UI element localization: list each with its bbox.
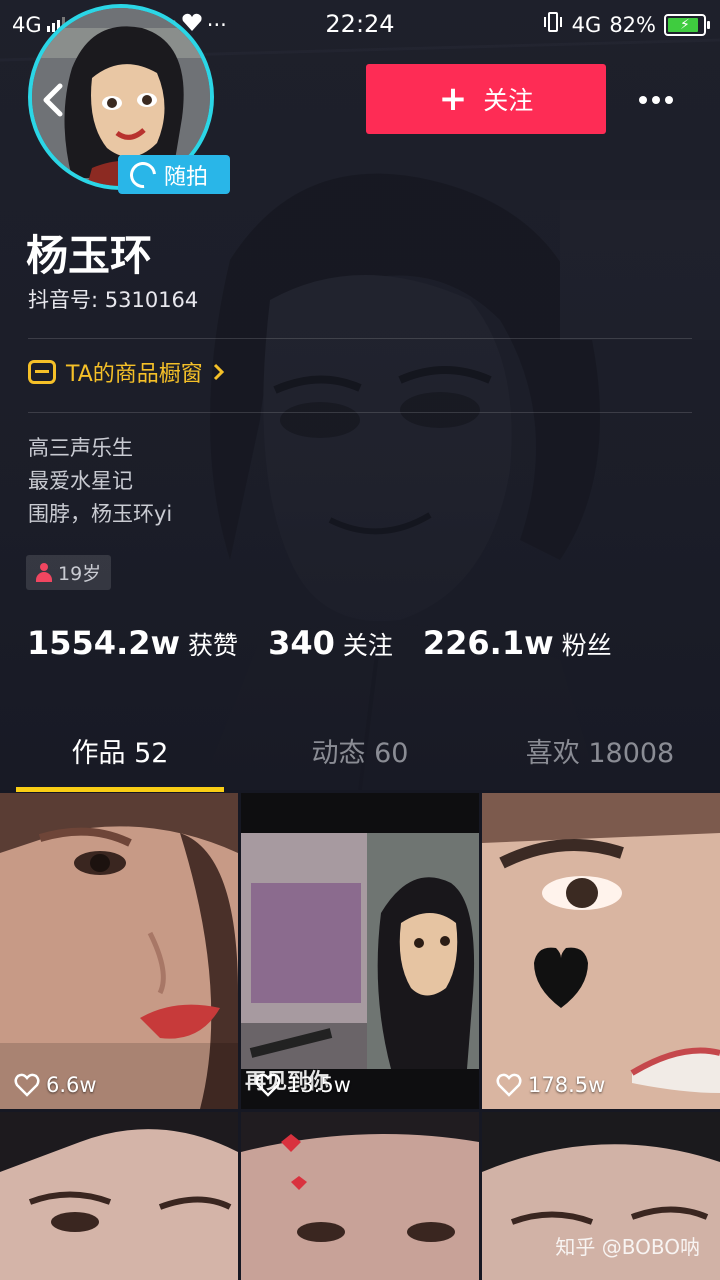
divider: [28, 412, 692, 413]
likes-count[interactable]: 1554.2w: [27, 624, 180, 662]
video-like-count: 6.6w: [46, 1073, 97, 1097]
heart-outline-icon: [496, 1073, 522, 1097]
dot-icon: [652, 96, 660, 104]
video-thumbnail[interactable]: 再见到你 13.5w: [241, 793, 479, 1109]
plus-icon: +: [438, 79, 468, 119]
video-thumbnail[interactable]: [241, 1112, 479, 1280]
heart-outline-icon: [255, 1073, 281, 1097]
person-icon: [36, 562, 52, 583]
profile-name: 杨玉环: [26, 231, 153, 280]
loading-ring-icon: [124, 156, 162, 193]
video-thumbnail[interactable]: 178.5w: [482, 793, 720, 1109]
following-count[interactable]: 340: [268, 624, 335, 662]
dot-icon: [639, 96, 647, 104]
video-like-count: 13.5w: [287, 1073, 351, 1097]
battery-icon: ⚡: [664, 13, 710, 36]
tab-likes[interactable]: 喜欢 18008: [480, 722, 720, 792]
profile-stats: 1554.2w 获赞 340 关注 226.1w 粉丝: [27, 624, 642, 662]
followers-count[interactable]: 226.1w: [423, 624, 554, 662]
badge-label: 随拍: [164, 164, 209, 190]
casual-shot-badge[interactable]: 随拍: [118, 155, 230, 194]
bio-line: 高三声乐生: [28, 436, 133, 460]
heart-outline-icon: [14, 1073, 40, 1097]
vibrate-icon: [542, 11, 564, 38]
watermark: 知乎 @BOBO呐: [555, 1235, 700, 1259]
bio-line: 围脖，杨玉环yi: [28, 502, 173, 526]
chevron-right-icon: [213, 363, 224, 381]
chevron-left-icon: [43, 83, 63, 117]
shop-window-link[interactable]: TA的商品橱窗: [28, 356, 225, 388]
age-tag: 19岁: [26, 555, 112, 590]
tab-works[interactable]: 作品 52: [0, 722, 240, 792]
shop-label: TA的商品橱窗: [66, 362, 203, 387]
video-like-count: 178.5w: [528, 1073, 606, 1097]
likes-label[interactable]: 获赞: [188, 626, 238, 662]
video-thumbnail[interactable]: 6.6w: [0, 793, 238, 1109]
follow-button[interactable]: + 关注: [366, 64, 606, 134]
tab-activity[interactable]: 动态 60: [240, 722, 480, 792]
followers-label[interactable]: 粉丝: [562, 626, 612, 662]
more-options-button[interactable]: [636, 82, 676, 118]
battery-percent: 82%: [609, 12, 656, 37]
douyin-id: 抖音号: 5310164: [28, 288, 199, 312]
following-label[interactable]: 关注: [343, 626, 393, 662]
bio-line: 最爱水星记: [28, 469, 133, 493]
follow-label: 关注: [483, 86, 534, 115]
network-indicator-right: 4G: [571, 12, 602, 37]
content-tabs: 作品 52 动态 60 喜欢 18008: [0, 722, 720, 792]
video-thumbnail[interactable]: [0, 1112, 238, 1280]
age-label: 19岁: [58, 563, 102, 585]
dot-icon: [665, 96, 673, 104]
video-grid: 6.6w 再见到你 13.5w 178.5w: [0, 793, 720, 1280]
shop-bag-icon: [28, 360, 56, 384]
divider: [28, 338, 692, 339]
back-button[interactable]: [36, 78, 70, 122]
